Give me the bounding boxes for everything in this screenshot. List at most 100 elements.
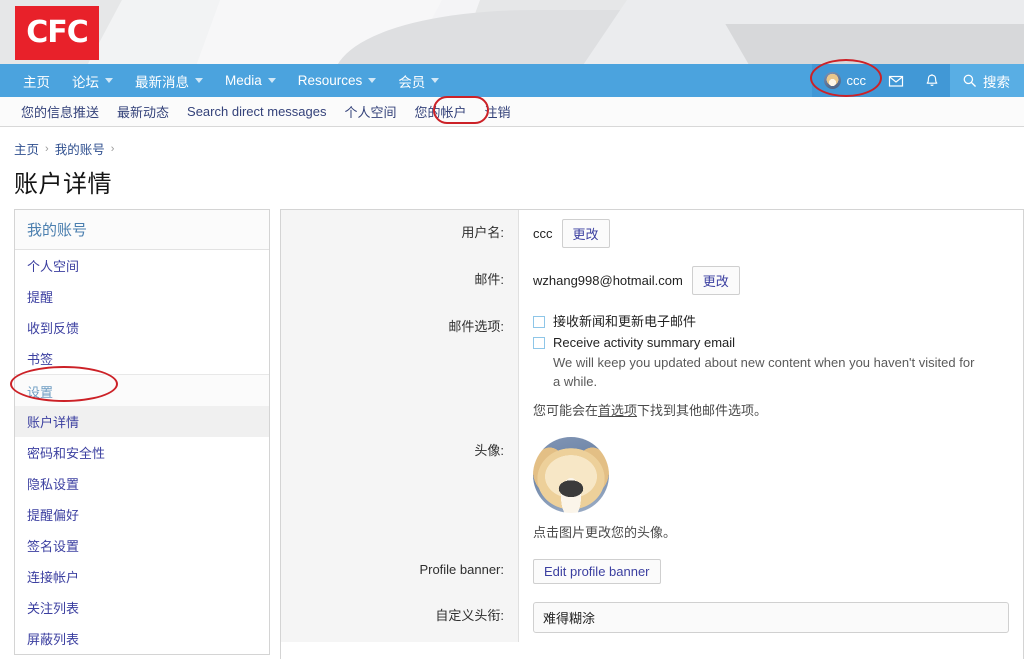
sidebar-item-alerts[interactable]: 提醒: [15, 281, 269, 312]
sidebar-item-reactions-received[interactable]: 收到反馈: [15, 312, 269, 343]
form-label-email: 邮件:: [281, 257, 519, 304]
avatar-caption: 点击图片更改您的头像。: [533, 525, 677, 541]
email-option-activity-summary-description: We will keep you updated about new conte…: [553, 354, 975, 389]
account-details-panel: 用户名: ccc 更改 邮件: wzhang998@hotmail.com 更改…: [280, 209, 1024, 659]
subnav-item-profile[interactable]: 个人空间: [335, 102, 405, 121]
email-options-hint-prefix: 您可能会在: [533, 403, 599, 419]
form-label-avatar: 头像:: [281, 428, 519, 551]
sidebar-item-privacy[interactable]: 隐私设置: [15, 468, 269, 499]
edit-profile-banner-button[interactable]: Edit profile banner: [533, 559, 661, 585]
form-label-email-options: 邮件选项:: [281, 304, 519, 429]
form-row-username: 用户名: ccc 更改: [281, 210, 1023, 257]
user-avatar-icon: [823, 72, 841, 89]
site-logo[interactable]: CFC: [15, 6, 99, 60]
sidebar-item-signature[interactable]: 签名设置: [15, 530, 269, 561]
form-row-avatar: 头像: 点击图片更改您的头像。: [281, 428, 1023, 551]
custom-title-input[interactable]: [533, 602, 1009, 634]
checkbox-receive-news[interactable]: [533, 316, 545, 328]
chevron-down-icon: [195, 78, 203, 83]
nav-item-forums[interactable]: 论坛: [61, 64, 124, 97]
inbox-button[interactable]: [878, 64, 914, 97]
chevron-down-icon: [267, 78, 276, 83]
page-top: 主页 › 我的账号 › 账户详情: [0, 127, 1024, 199]
email-option-newsletter[interactable]: 接收新闻和更新电子邮件: [533, 313, 1009, 332]
form-row-custom-title: 自定义头衔:: [281, 593, 1023, 643]
nav-user-name: ccc: [846, 73, 867, 88]
breadcrumb: 主页 › 我的账号 ›: [14, 139, 1024, 158]
sidebar-item-connected-accounts[interactable]: 连接帐户: [15, 561, 269, 592]
email-options-hint: 您可能会在首选项下找到其他邮件选项。: [533, 400, 1009, 419]
email-option-activity-summary-label: Receive activity summary email: [553, 334, 736, 350]
preferences-link[interactable]: 首选项: [598, 403, 637, 418]
username-value: ccc: [533, 226, 553, 241]
page-title: 账户详情: [14, 171, 112, 198]
primary-nav-right: ccc 搜索: [811, 64, 1024, 97]
subnav-item-logout[interactable]: 注销: [476, 102, 520, 121]
subnav-item-recent-activity[interactable]: 最新动态: [108, 102, 178, 121]
email-option-activity-summary[interactable]: Receive activity summary email We will k…: [533, 334, 1009, 392]
subnav-item-search-direct-messages[interactable]: Search direct messages: [178, 104, 335, 119]
nav-item-whats-new[interactable]: 最新消息: [124, 64, 214, 97]
checkbox-activity-summary[interactable]: [533, 336, 545, 349]
page-layout: 我的账号 个人空间 提醒 收到反馈 书签 设置 账户详情 密码和安全性 隐私设置…: [0, 209, 1024, 659]
form-label-username: 用户名:: [281, 210, 519, 257]
nav-item-home[interactable]: 主页: [12, 64, 61, 97]
search-button[interactable]: 搜索: [950, 64, 1024, 97]
sidebar-item-ignoring[interactable]: 屏蔽列表: [15, 623, 269, 654]
chevron-down-icon: [368, 78, 377, 83]
chevron-down-icon: [431, 78, 440, 83]
breadcrumb-separator: ›: [45, 142, 49, 155]
sidebar-item-following[interactable]: 关注列表: [15, 592, 269, 623]
nav-item-label: Resources: [297, 73, 363, 88]
header-decoration-shape-5: [176, 0, 484, 64]
puppy-avatar-image[interactable]: [533, 437, 609, 514]
breadcrumb-item-home[interactable]: 主页: [14, 139, 39, 158]
nav-item-media[interactable]: Media: [214, 64, 287, 97]
form-row-profile-banner: Profile banner: Edit profile banner: [281, 550, 1023, 594]
form-label-custom-title: 自定义头衔:: [281, 593, 519, 643]
sidebar-item-password-security[interactable]: 密码和安全性: [15, 437, 269, 468]
nav-item-label: 最新消息: [135, 74, 189, 90]
sidebar-item-alert-preferences[interactable]: 提醒偏好: [15, 499, 269, 530]
breadcrumb-separator: ›: [110, 142, 115, 155]
primary-navigation: 主页 论坛 最新消息 Media Resources 会员 ccc 搜索: [0, 64, 1024, 97]
subnav-item-your-account[interactable]: 您的帐户: [406, 102, 476, 121]
header-decoration-shape-2: [283, 10, 797, 64]
nav-item-resources[interactable]: Resources: [287, 64, 388, 97]
sidebar-section-settings: 设置: [15, 374, 269, 406]
change-username-button[interactable]: 更改: [561, 219, 610, 248]
search-icon: [963, 74, 976, 87]
nav-item-members[interactable]: 会员: [387, 64, 450, 97]
sidebar-item-bookmarks[interactable]: 书签: [15, 343, 269, 374]
bell-icon: [926, 73, 938, 86]
email-value: wzhang998@hotmail.com: [533, 273, 683, 288]
sidebar-item-profile[interactable]: 个人空间: [15, 250, 269, 281]
form-row-email-options: 邮件选项: 接收新闻和更新电子邮件 Receive activity summa…: [281, 304, 1023, 429]
envelope-icon: [888, 75, 904, 87]
search-button-label: 搜索: [983, 74, 1010, 90]
secondary-navigation: 您的信息推送 最新动态 Search direct messages 个人空间 …: [0, 97, 1024, 127]
sidebar-item-account-details[interactable]: 账户详情: [15, 406, 269, 437]
primary-nav-items: 主页 论坛 最新消息 Media Resources 会员: [0, 64, 450, 97]
nav-item-label: 论坛: [72, 74, 99, 90]
form-label-profile-banner: Profile banner:: [281, 550, 519, 594]
site-logo-text: CFC: [26, 15, 89, 50]
header-decoration-shape-3: [532, 0, 1024, 64]
form-row-email: 邮件: wzhang998@hotmail.com 更改: [281, 257, 1023, 304]
breadcrumb-item-my-account[interactable]: 我的账号: [55, 139, 105, 158]
nav-item-label: Media: [225, 73, 262, 88]
sidebar-heading: 我的账号: [15, 210, 269, 250]
nav-item-label: 会员: [398, 74, 426, 90]
sidebar-menu: 我的账号 个人空间 提醒 收到反馈 书签 设置 账户详情 密码和安全性 隐私设置…: [14, 209, 270, 655]
site-header-banner: CFC: [0, 0, 1024, 64]
change-email-button[interactable]: 更改: [691, 266, 740, 295]
subnav-item-news-feed[interactable]: 您的信息推送: [12, 102, 108, 121]
sidebar: 我的账号 个人空间 提醒 收到反馈 书签 设置 账户详情 密码和安全性 隐私设置…: [14, 209, 270, 659]
email-options-hint-suffix: 下找到其他邮件选项。: [637, 403, 768, 419]
nav-item-label: 主页: [23, 74, 50, 90]
alerts-button[interactable]: [914, 64, 950, 97]
header-decoration-shape-1: [36, 0, 464, 64]
chevron-down-icon: [105, 78, 113, 83]
email-option-newsletter-label: 接收新闻和更新电子邮件: [553, 314, 697, 329]
nav-user-menu[interactable]: ccc: [811, 64, 878, 97]
